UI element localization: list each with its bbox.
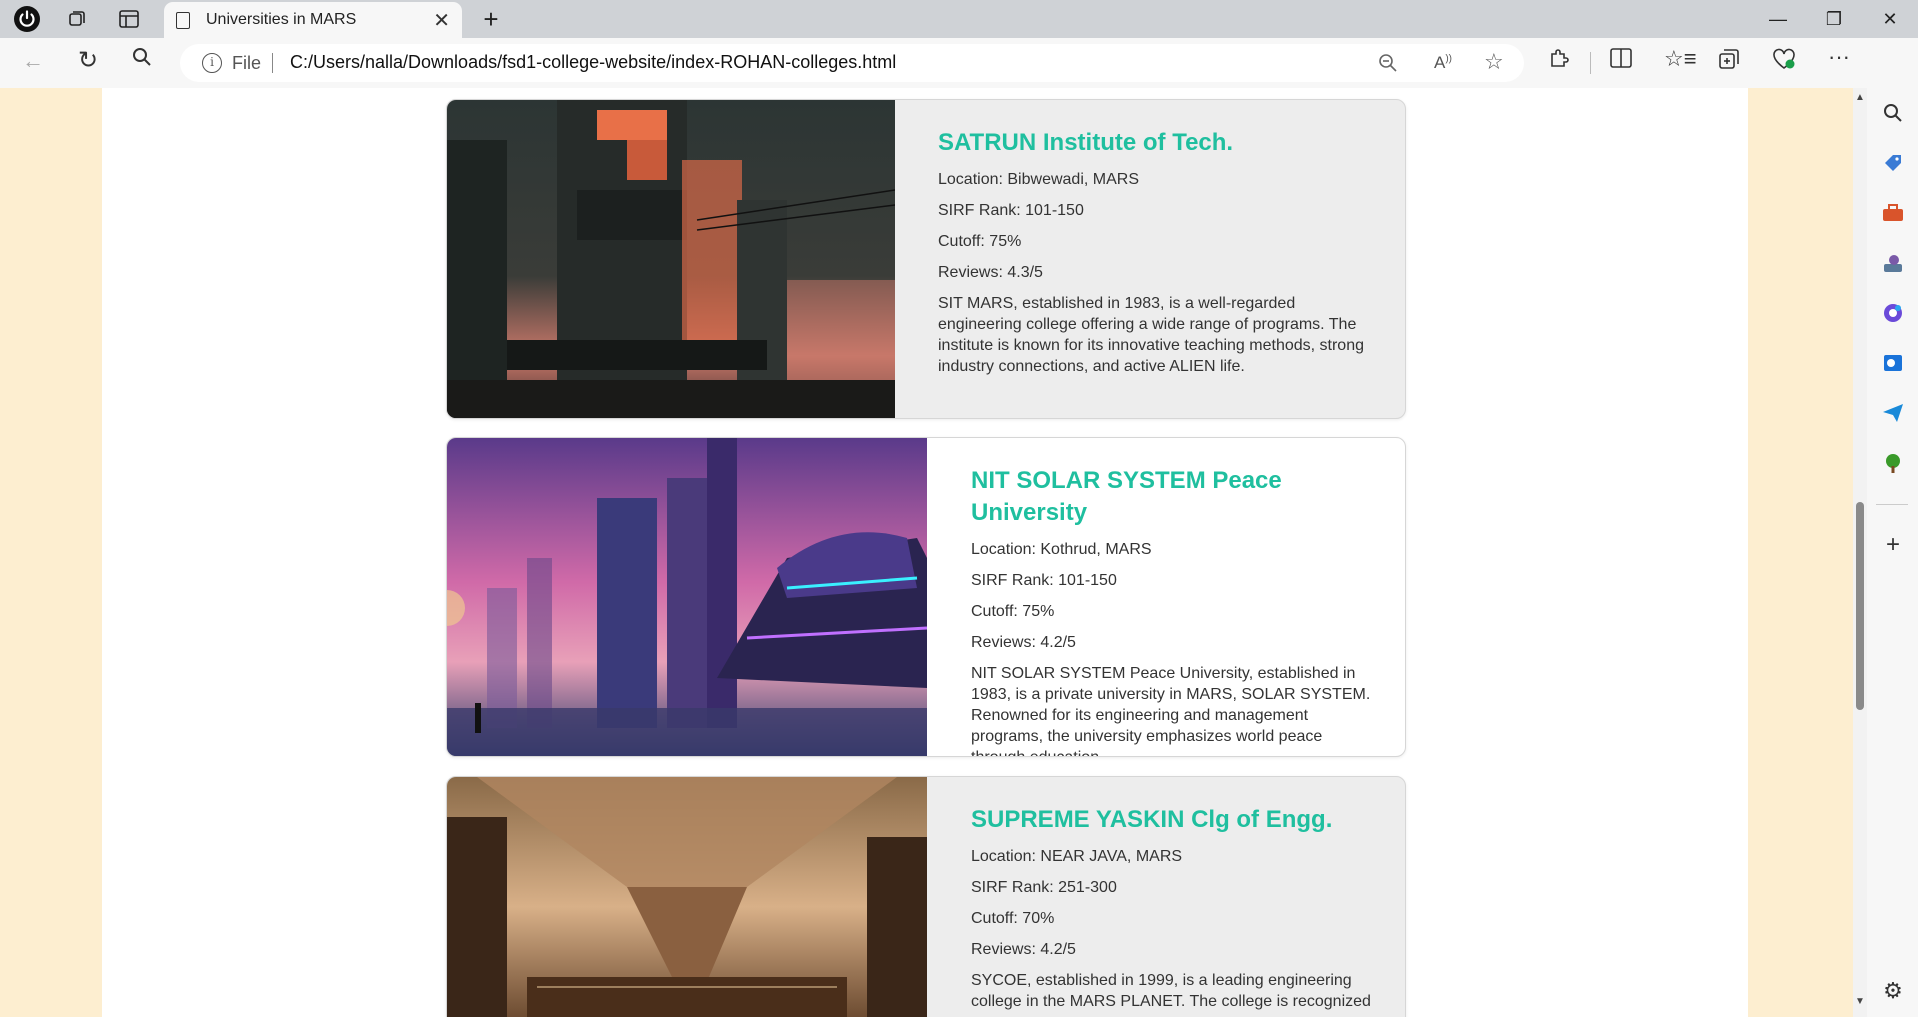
college-image <box>447 100 896 418</box>
scroll-down-icon[interactable]: ▼ <box>1855 996 1865 1007</box>
toolbar: ← ↻ i File C:/Users/nalla/Downloads/fsd1… <box>0 38 1918 88</box>
college-card: SUPREME YASKIN Clg of Engg. Location: NE… <box>446 776 1406 1017</box>
college-location: Location: Kothrud, MARS <box>971 541 1152 558</box>
plus-icon[interactable]: + <box>476 4 506 34</box>
refresh-icon[interactable]: ↻ <box>78 46 98 75</box>
college-reviews: Reviews: 4.2/5 <box>971 634 1076 651</box>
college-details: SATRUN Institute of Tech. Location: Bibw… <box>938 127 1368 387</box>
college-cutoff: Cutoff: 75% <box>971 603 1055 620</box>
college-location: Location: NEAR JAVA, MARS <box>971 848 1183 865</box>
games-icon[interactable] <box>1880 250 1906 276</box>
microsoft-365-icon[interactable] <box>1880 300 1906 326</box>
info-icon[interactable]: i <box>202 53 222 73</box>
scroll-up-icon[interactable]: ▲ <box>1855 92 1865 103</box>
workspaces-icon[interactable] <box>62 4 92 34</box>
collections-icon[interactable] <box>1718 48 1740 76</box>
close-tab-icon[interactable]: ✕ <box>433 8 450 33</box>
college-description: SIT MARS, established in 1983, is a well… <box>938 295 1364 375</box>
college-description: SYCOE, established in 1999, is a leading… <box>971 972 1371 1010</box>
college-name: SUPREME YASKIN Clg of Engg. <box>971 806 1333 833</box>
search-icon[interactable] <box>132 47 152 73</box>
college-rank: SIRF Rank: 101-150 <box>938 202 1084 219</box>
address-separator <box>272 53 273 73</box>
college-reviews: Reviews: 4.2/5 <box>971 941 1076 958</box>
tree-icon[interactable] <box>1880 450 1906 476</box>
college-image <box>447 777 927 1017</box>
college-details: SUPREME YASKIN Clg of Engg. Location: NE… <box>971 804 1371 1017</box>
college-cutoff: Cutoff: 75% <box>938 233 1022 250</box>
tab-title: Universities in MARS <box>206 11 357 28</box>
college-rank: SIRF Rank: 251-300 <box>971 879 1117 896</box>
minimize-button[interactable]: — <box>1750 0 1806 38</box>
college-image <box>447 438 928 756</box>
shopping-tag-icon[interactable] <box>1880 150 1906 176</box>
address-bar[interactable]: i File C:/Users/nalla/Downloads/fsd1-col… <box>180 44 1524 82</box>
tab-strip: Universities in MARS ✕ + — ❐ ✕ <box>0 0 1918 38</box>
college-reviews: Reviews: 4.3/5 <box>938 264 1043 281</box>
url-text[interactable]: C:/Users/nalla/Downloads/fsd1-college-we… <box>290 52 896 73</box>
restore-button[interactable]: ❐ <box>1806 0 1862 38</box>
file-label: File <box>232 53 262 73</box>
college-details: NIT SOLAR SYSTEM Peace University Locati… <box>971 465 1371 756</box>
college-card: SATRUN Institute of Tech. Location: Bibw… <box>446 99 1406 419</box>
active-tab[interactable]: Universities in MARS ✕ <box>164 2 462 38</box>
star-icon[interactable]: ☆ <box>1484 49 1504 75</box>
split-screen-icon[interactable] <box>1610 48 1632 74</box>
favorites-icon[interactable]: ☆≡ <box>1664 46 1697 72</box>
college-description: NIT SOLAR SYSTEM Peace University, estab… <box>971 665 1371 756</box>
college-cutoff: Cutoff: 70% <box>971 910 1055 927</box>
add-sidebar-app-icon[interactable]: + <box>1880 531 1906 558</box>
college-name: SATRUN Institute of Tech. <box>938 129 1234 156</box>
sidebar-search-icon[interactable] <box>1880 100 1906 126</box>
toolbar-divider <box>1590 52 1591 74</box>
back-arrow-icon[interactable]: ← <box>22 48 44 74</box>
puzzle-icon[interactable] <box>1548 47 1570 75</box>
sidebar-divider <box>1876 504 1908 505</box>
power-icon[interactable] <box>12 4 42 34</box>
read-aloud-icon[interactable]: A)) <box>1434 53 1452 73</box>
scrollbar-thumb[interactable] <box>1856 502 1864 710</box>
send-icon[interactable] <box>1880 400 1906 426</box>
page-content: SATRUN Institute of Tech. Location: Bibw… <box>102 88 1748 1017</box>
toolbox-icon[interactable] <box>1880 200 1906 226</box>
vertical-scrollbar[interactable]: ▲ ▼ <box>1853 88 1867 1017</box>
college-rank: SIRF Rank: 101-150 <box>971 572 1117 589</box>
heart-icon[interactable] <box>1772 48 1796 76</box>
edge-sidebar: + ⚙ <box>1867 38 1918 1017</box>
zoom-out-icon[interactable] <box>1378 53 1398 79</box>
college-card: NIT SOLAR SYSTEM Peace University Locati… <box>446 437 1406 757</box>
page-viewport: SATRUN Institute of Tech. Location: Bibw… <box>0 88 1853 1017</box>
outlook-icon[interactable] <box>1880 350 1906 376</box>
settings-gear-icon[interactable]: ⚙ <box>1880 978 1906 1004</box>
document-icon <box>176 11 190 29</box>
close-window-button[interactable]: ✕ <box>1862 0 1918 38</box>
college-location: Location: Bibwewadi, MARS <box>938 171 1139 188</box>
tab-actions-icon[interactable] <box>114 4 144 34</box>
more-icon[interactable]: ··· <box>1828 44 1850 70</box>
college-name: NIT SOLAR SYSTEM Peace University <box>971 467 1282 526</box>
